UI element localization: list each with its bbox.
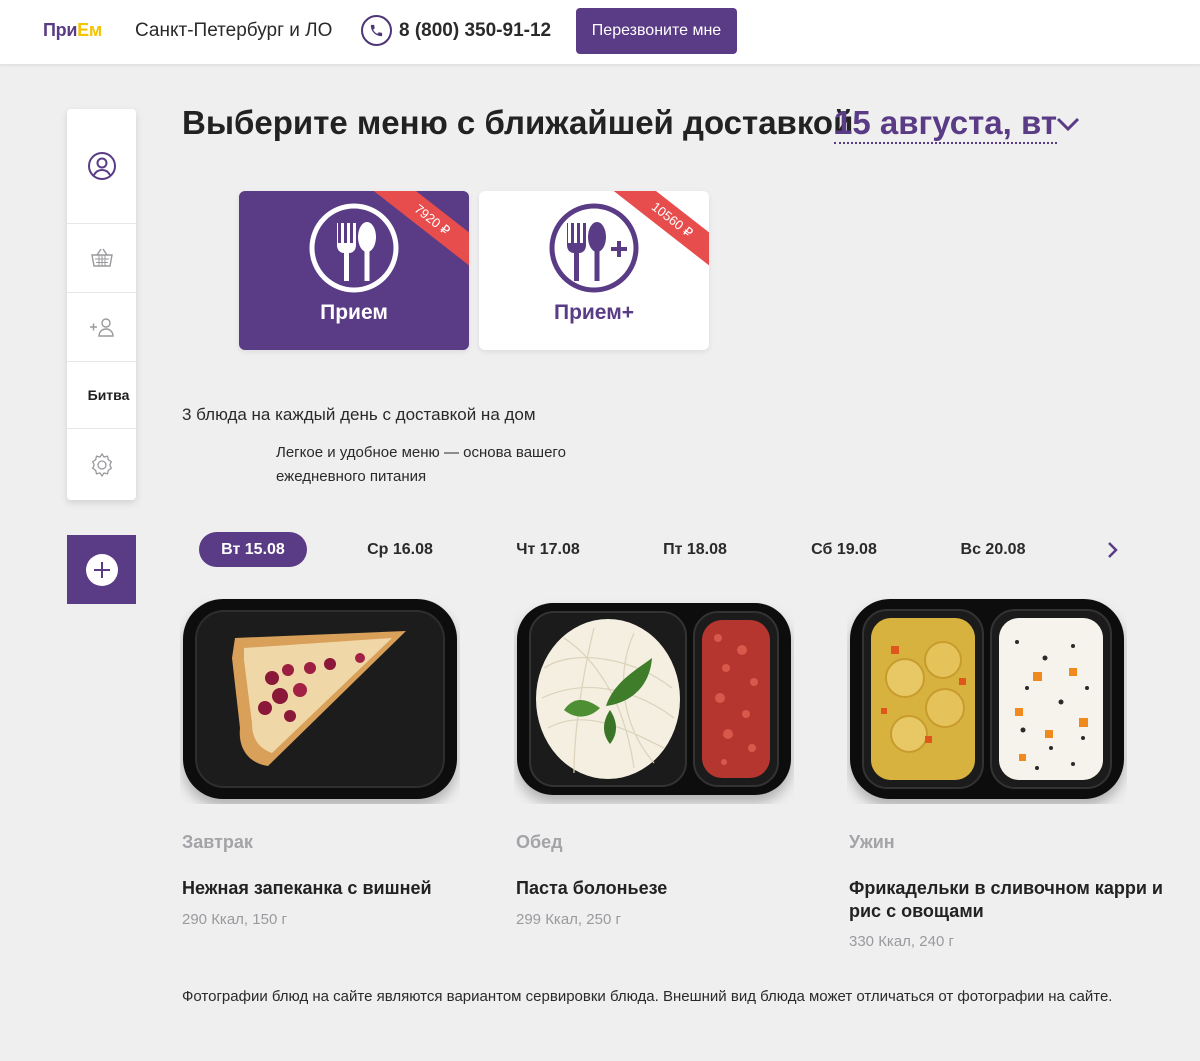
dish-nutrition: 290 Ккал, 150 г <box>182 911 287 928</box>
callback-button[interactable]: Перезвоните мне <box>576 8 737 54</box>
dish-name[interactable]: Паста болоньезе <box>516 877 846 900</box>
logo[interactable]: ПриЕм <box>43 20 102 41</box>
sidebar-item-label: Битва <box>87 387 130 403</box>
dish-meal-label: Ужин <box>849 832 895 852</box>
day-tab[interactable]: Сб 19.08 <box>796 532 892 567</box>
photo-disclaimer: Фотографии блюд на сайте являются вариан… <box>182 988 1113 1005</box>
add-button[interactable] <box>67 535 136 604</box>
sidebar-item-basket[interactable] <box>67 224 136 293</box>
menu-subdescription: Легкое и удобное меню — основа вашего еж… <box>276 444 566 485</box>
sidebar: Битва <box>67 109 136 500</box>
dish-nutrition: 330 Ккал, 240 г <box>849 933 954 950</box>
dish-meal-label: Завтрак <box>182 832 253 852</box>
menu-card-label: Прием <box>320 301 388 324</box>
menu-card-label: Прием+ <box>553 301 635 324</box>
dish-name[interactable]: Нежная запеканка с вишней <box>182 877 512 900</box>
logo-accent: Ем <box>77 20 102 40</box>
menu-description: 3 блюда на каждый день с доставкой на до… <box>182 405 536 424</box>
dish-image-pasta[interactable] <box>514 598 794 804</box>
sidebar-item-profile[interactable] <box>67 109 136 224</box>
page-title: Выберите меню с ближайшей доставкой <box>182 104 854 141</box>
basket-icon <box>90 248 113 267</box>
fork-spoon-plus-icon <box>549 203 639 293</box>
dish-name[interactable]: Фрикадельки в сливочном карри и рис с ов… <box>849 877 1179 923</box>
sidebar-item-invite[interactable] <box>67 293 136 362</box>
user-icon <box>87 152 116 180</box>
day-tab[interactable]: Пт 18.08 <box>647 532 743 567</box>
dish-meal-label: Обед <box>516 832 563 852</box>
day-tab[interactable]: Вс 20.08 <box>945 532 1041 567</box>
header: ПриЕм Санкт-Петербург и ЛО 8 (800) 350-9… <box>0 0 1200 65</box>
day-tab[interactable]: Вт 15.08 <box>199 532 307 567</box>
day-tab[interactable]: Чт 17.08 <box>500 532 596 567</box>
delivery-date-selector[interactable]: 15 августа, вт <box>834 104 1058 144</box>
phone-number[interactable]: 8 (800) 350-91-12 <box>399 20 551 42</box>
chevron-right-icon[interactable] <box>1105 541 1119 559</box>
dish-image-casserole[interactable] <box>180 598 460 804</box>
logo-main: При <box>43 20 78 40</box>
fork-spoon-icon <box>309 203 399 293</box>
menu-card-priem[interactable]: 7920 ₽ Прием <box>239 191 469 350</box>
day-tab[interactable]: Ср 16.08 <box>352 532 448 567</box>
phone-icon[interactable] <box>361 15 392 46</box>
dish-nutrition: 299 Ккал, 250 г <box>516 911 621 928</box>
plus-icon <box>85 553 118 586</box>
sidebar-item-battle[interactable]: Битва <box>67 362 136 429</box>
chevron-down-icon[interactable] <box>1056 116 1080 132</box>
gear-icon <box>91 452 112 477</box>
menu-card-priem-plus[interactable]: 10560 ₽ Прием+ <box>479 191 709 350</box>
sidebar-item-settings[interactable] <box>67 429 136 500</box>
dish-image-meatballs[interactable] <box>847 598 1127 804</box>
add-user-icon <box>89 318 114 337</box>
city-selector[interactable]: Санкт-Петербург и ЛО <box>135 20 332 42</box>
